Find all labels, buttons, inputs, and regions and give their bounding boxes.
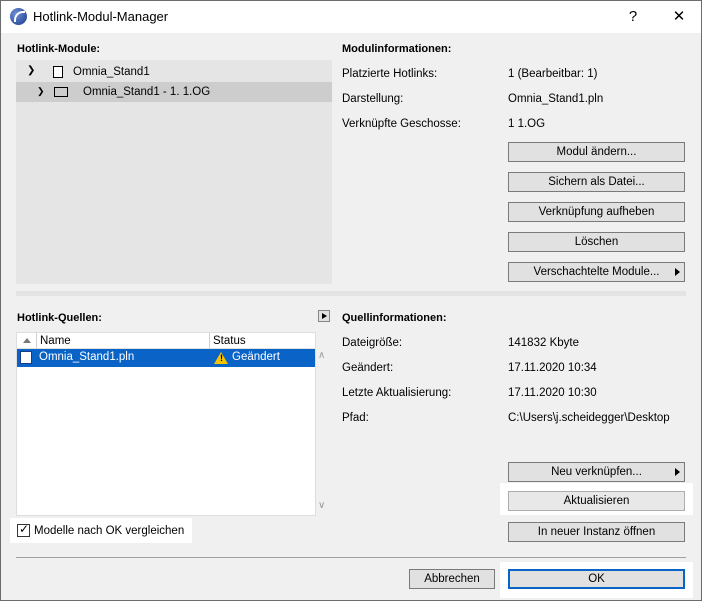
sort-up-icon [23, 338, 31, 343]
hotlink-manager-dialog: Hotlink-Modul-Manager ? ✕ Hotlink-Module… [0, 0, 702, 601]
tree-item-linked-module[interactable]: ❯ Omnia_Stand1 - 1. 1.OG [16, 82, 332, 102]
modified-key: Geändert: [342, 362, 394, 374]
tree-item-module[interactable]: ❯ Omnia_Stand1 [18, 62, 331, 82]
chevron-down-icon[interactable]: ❯ [27, 65, 35, 76]
relink-label: Neu verknüpfen... [551, 466, 642, 478]
expand-sources-button[interactable] [318, 310, 330, 322]
column-header-name[interactable]: Name [37, 333, 210, 349]
placed-hotlinks-key: Platzierte Hotlinks: [342, 68, 438, 80]
display-key: Darstellung: [342, 93, 404, 105]
footer-separator [16, 557, 686, 558]
modified-value: 17.11.2020 10:34 [508, 362, 597, 374]
tree-item-label: Omnia_Stand1 - 1. 1.OG [83, 86, 211, 98]
window-title: Hotlink-Modul-Manager [33, 9, 169, 24]
nested-modules-button[interactable]: Verschachtelte Module... [508, 262, 685, 282]
linked-stories-value: 1 1.OG [508, 118, 546, 130]
modules-tree[interactable]: ❯ Omnia_Stand1 ❯ Omnia_Stand1 - 1. 1.OG [16, 60, 332, 284]
compare-checkbox-row[interactable]: ✓ Modelle nach OK vergleichen [10, 518, 192, 543]
path-value: C:\Users\j.scheidegger\Desktop [508, 412, 670, 424]
triangle-right-icon [675, 268, 680, 276]
sources-table[interactable]: Name Status Omnia_Stand1.pln ! Geändert [16, 332, 316, 516]
module-icon [53, 66, 63, 78]
sources-scrollbar[interactable]: ∧ ∨ [316, 332, 332, 516]
check-icon: ✓ [19, 522, 30, 536]
display-value: Omnia_Stand1.pln [508, 93, 604, 105]
unlink-button[interactable]: Verknüpfung aufheben [508, 202, 685, 222]
triangle-right-icon [675, 468, 680, 476]
compare-checkbox[interactable]: ✓ [17, 522, 30, 537]
delete-button[interactable]: Löschen [508, 232, 685, 252]
open-new-instance-button[interactable]: In neuer Instanz öffnen [508, 522, 685, 542]
source-info-label: Quellinformationen: [342, 312, 447, 324]
path-key: Pfad: [342, 412, 369, 424]
scroll-down-icon[interactable]: ∨ [318, 500, 325, 511]
archicad-logo-icon [10, 8, 27, 25]
change-module-button[interactable]: Modul ändern... [508, 142, 685, 162]
splitter[interactable] [16, 291, 686, 296]
ok-button[interactable]: OK [508, 569, 685, 589]
relink-button[interactable]: Neu verknüpfen... [508, 462, 685, 482]
tree-item-label: Omnia_Stand1 [73, 66, 150, 78]
cancel-button[interactable]: Abbrechen [409, 569, 495, 589]
chevron-right-icon[interactable]: ❯ [37, 86, 45, 97]
plan-file-icon [20, 351, 32, 364]
save-as-file-button[interactable]: Sichern als Datei... [508, 172, 685, 192]
sort-column[interactable] [17, 333, 37, 349]
last-update-key: Letzte Aktualisierung: [342, 387, 452, 399]
scroll-up-icon[interactable]: ∧ [318, 350, 325, 361]
close-button[interactable]: ✕ [657, 1, 701, 33]
linked-module-icon [54, 87, 68, 97]
last-update-value: 17.11.2020 10:30 [508, 387, 597, 399]
linked-stories-key: Verknüpfte Geschosse: [342, 118, 461, 130]
modules-label: Hotlink-Module: [17, 43, 101, 55]
module-info-label: Modulinformationen: [342, 43, 452, 55]
source-status: Geändert [232, 351, 280, 363]
title-bar: Hotlink-Modul-Manager ? ✕ [1, 1, 701, 33]
table-row[interactable]: Omnia_Stand1.pln ! Geändert [17, 349, 315, 367]
placed-hotlinks-value: 1 (Bearbeitbar: 1) [508, 68, 598, 80]
help-button[interactable]: ? [611, 1, 655, 33]
sources-label: Hotlink-Quellen: [17, 312, 102, 324]
source-name: Omnia_Stand1.pln [39, 351, 135, 363]
nested-modules-label: Verschachtelte Module... [533, 266, 660, 278]
file-size-value: 141832 Kbyte [508, 337, 579, 349]
update-button[interactable]: Aktualisieren [508, 491, 685, 511]
compare-label: Modelle nach OK vergleichen [34, 525, 185, 537]
triangle-right-icon [322, 313, 327, 319]
column-header-status[interactable]: Status [210, 333, 315, 349]
file-size-key: Dateigröße: [342, 337, 403, 349]
